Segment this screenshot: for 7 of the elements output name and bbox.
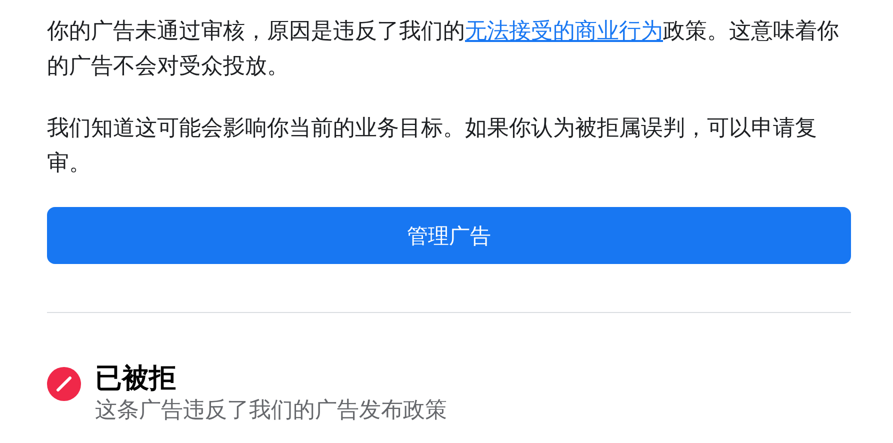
message-paragraph: 你的广告未通过审核，原因是违反了我们的无法接受的商业行为政策。这意味着你的广告不会对受众投放。	[47, 18, 840, 81]
status-description: 这条广告违反了我们的广告发布政策	[95, 397, 447, 425]
status-title: 已被拒	[95, 362, 177, 396]
message-paragraph: 我们知道这可能会影响你当前的业务目标。如果你认为被拒属误判，可以申请复审。	[47, 115, 818, 178]
manage-ads-button[interactable]: 管理广告	[47, 207, 851, 264]
policy-link[interactable]: 无法接受的商业行为	[465, 19, 663, 44]
prohibited-icon	[47, 367, 81, 401]
